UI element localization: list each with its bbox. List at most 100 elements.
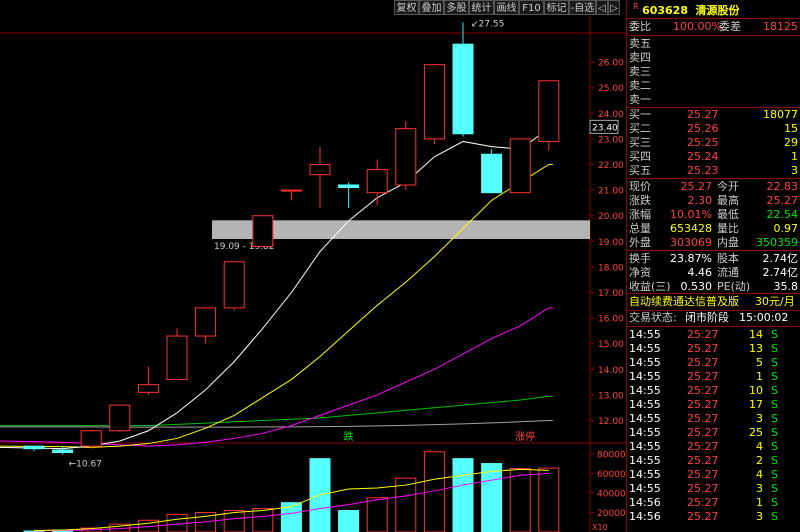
candle-body (309, 163, 331, 176)
tick-row: 14:56 25.27 3 S (629, 510, 800, 524)
fundamental-value: 23.87% (670, 252, 712, 265)
sell-level-row[interactable]: 卖四 (629, 51, 800, 65)
status-label: 交易状态: (629, 311, 677, 324)
buy-level-volume: 3 (791, 164, 798, 177)
candle-body (395, 128, 417, 186)
volume-bar (452, 458, 474, 532)
tick-side: S (771, 356, 778, 369)
buy-level-row[interactable]: 买四 25.24 1 (629, 150, 800, 164)
buy-level-price: 25.27 (687, 108, 719, 121)
toolbar-button-1[interactable]: 叠加 (419, 0, 444, 15)
tick-volume: 3 (756, 482, 763, 495)
volume-axis-label: 20000 (597, 509, 626, 519)
candle-body (280, 189, 302, 192)
toolbar-button-8[interactable]: ◁ (596, 0, 608, 15)
sell-level-row[interactable]: 卖二 (629, 79, 800, 93)
buy-level-volume: 29 (784, 136, 798, 149)
price-axis-label: 22.00 (598, 161, 624, 171)
tick-row: 14:55 25.27 10 S (629, 384, 800, 398)
promo-row[interactable]: 自动续费通达信普及版 30元/月 (629, 295, 800, 309)
tick-price: 25.27 (687, 384, 719, 397)
tick-volume: 13 (749, 342, 763, 355)
tick-row: 14:55 25.27 4 S (629, 468, 800, 482)
buy-level-label: 买一 (629, 108, 651, 121)
buy-level-row[interactable]: 买一 25.27 18077 (629, 108, 800, 122)
tick-side: S (771, 412, 778, 425)
price-axis-label: 12.00 (598, 417, 624, 427)
buy-level-row[interactable]: 买二 25.26 15 (629, 122, 800, 136)
volume-axis-label: 80000 (597, 450, 626, 460)
candle-body (338, 184, 360, 189)
tick-row: 14:55 25.27 5 S (629, 356, 800, 370)
volume-bar (538, 467, 560, 532)
tick-row: 14:56 25.27 1 S (629, 496, 800, 510)
sell-level-label: 卖二 (629, 79, 651, 92)
sell-level-label: 卖五 (629, 37, 651, 50)
toolbar-button-7[interactable]: -自选 (569, 0, 596, 15)
tick-time: 14:55 (629, 356, 661, 369)
buy-level-row[interactable]: 买三 25.25 29 (629, 136, 800, 150)
tick-row: 14:55 25.27 3 S (629, 412, 800, 426)
status-value: 闭市阶段 (685, 311, 729, 324)
tick-row: 14:55 25.27 17 S (629, 398, 800, 412)
toolbar-button-2[interactable]: 多股 (444, 0, 469, 15)
tick-row: 14:55 25.27 14 S (629, 328, 800, 342)
tick-volume: 14 (749, 328, 763, 341)
volume-unit-label: X10 (592, 523, 608, 532)
quote-label-2: 今开 (717, 180, 739, 193)
tick-price: 25.27 (687, 370, 719, 383)
fundamental-value-2: 2.74亿 (762, 252, 799, 265)
kline-chart[interactable]: 26.00 25.00 24.00 23.00 22.00 21.00 20.00 19.00… (0, 16, 626, 532)
tick-side: S (771, 440, 778, 453)
quote-label: 现价 (629, 180, 651, 193)
buy-level-label: 买二 (629, 122, 651, 135)
signal-marker: 涨停 (515, 430, 535, 443)
tick-time: 14:55 (629, 440, 661, 453)
quote-row: 外盘 303069 内盘 350359 (629, 236, 800, 250)
tick-price: 25.27 (687, 356, 719, 369)
tick-volume: 2 (756, 454, 763, 467)
sell-level-label: 卖四 (629, 51, 651, 64)
fundamental-label: 净资 (629, 266, 651, 279)
weicha-label: 委差 (719, 20, 741, 33)
buy-level-price: 25.24 (687, 150, 719, 163)
toolbar-button-6[interactable]: 标记 (544, 0, 569, 15)
quote-value: 653428 (670, 222, 712, 235)
buy-level-volume: 18077 (763, 108, 798, 121)
toolbar-button-0[interactable]: 复权 (394, 0, 419, 15)
sell-level-row[interactable]: 卖三 (629, 65, 800, 79)
tick-side: S (771, 328, 778, 341)
price-axis-label: 21.00 (598, 187, 624, 197)
toolbar-button-3[interactable]: 统计 (469, 0, 494, 15)
tick-volume: 25 (749, 426, 763, 439)
tick-time: 14:55 (629, 384, 661, 397)
price-axis-label: 15.00 (598, 340, 624, 350)
sell-level-row[interactable]: 卖一 (629, 93, 800, 107)
buy-level-label: 买三 (629, 136, 651, 149)
promo-text[interactable]: 自动续费通达信普及版 (629, 295, 739, 309)
tick-row: 14:55 25.27 3 S (629, 482, 800, 496)
buy-level-label: 买五 (629, 164, 651, 177)
fundamental-row: 换手 23.87% 股本 2.74亿 (629, 252, 800, 266)
toolbar-button-5[interactable]: F10 (519, 0, 544, 15)
fundamental-row: 收益(三) 0.530 PE(动) 35.8 (629, 280, 800, 294)
quote-value-2: 350359 (756, 236, 798, 249)
candle-body (538, 80, 560, 142)
tick-time: 14:55 (629, 454, 661, 467)
volume-bar (338, 509, 360, 532)
price-axis-label: 19.00 (598, 238, 624, 248)
toolbar-button-9[interactable]: ▷ (608, 0, 620, 15)
toolbar-button-4[interactable]: 画线 (494, 0, 519, 15)
fundamental-label-2: 股本 (717, 252, 739, 265)
buy-level-price: 25.23 (687, 164, 719, 177)
buy-level-row[interactable]: 买五 25.23 3 (629, 164, 800, 178)
candle-body (80, 430, 102, 447)
fundamental-row: 净资 4.46 流通 2.74亿 (629, 266, 800, 280)
volume-bar (252, 508, 274, 532)
tick-price: 25.27 (687, 328, 719, 341)
candle-body (252, 215, 274, 247)
quote-value-2: 22.83 (766, 180, 799, 193)
fundamental-label: 收益(三) (629, 280, 671, 293)
quote-value: 10.01% (670, 208, 712, 221)
sell-level-row[interactable]: 卖五 (629, 37, 800, 51)
